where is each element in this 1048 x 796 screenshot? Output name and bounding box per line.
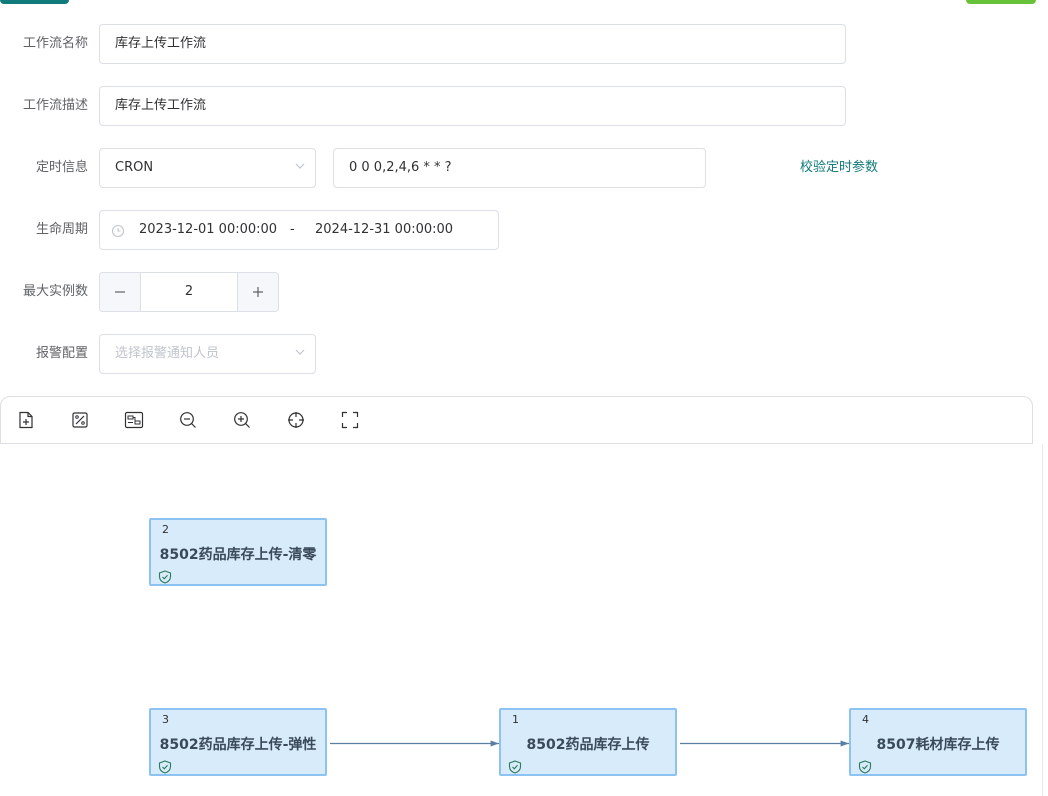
shield-check-icon bbox=[158, 760, 172, 774]
graph-node-4[interactable]: 4 8507耗材库存上传 bbox=[849, 708, 1027, 776]
node-id: 4 bbox=[862, 713, 869, 726]
node-title: 8502药品库存上传 bbox=[526, 737, 650, 753]
graph-node-1[interactable]: 1 8502药品库存上传 bbox=[499, 708, 677, 776]
node-id: 1 bbox=[512, 713, 519, 726]
node-id: 2 bbox=[162, 523, 169, 536]
graph-node-2[interactable]: 2 8502药品库存上传-清零 bbox=[149, 518, 327, 586]
node-title: 8502药品库存上传-清零 bbox=[159, 547, 317, 563]
node-title: 8507耗材库存上传 bbox=[876, 737, 1000, 753]
node-title: 8502药品库存上传-弹性 bbox=[159, 737, 317, 753]
shield-check-icon bbox=[158, 570, 172, 584]
graph-edges bbox=[330, 740, 849, 747]
shield-check-icon bbox=[858, 760, 872, 774]
node-id: 3 bbox=[162, 713, 169, 726]
shield-check-icon bbox=[508, 760, 522, 774]
graph-node-3[interactable]: 3 8502药品库存上传-弹性 bbox=[149, 708, 327, 776]
